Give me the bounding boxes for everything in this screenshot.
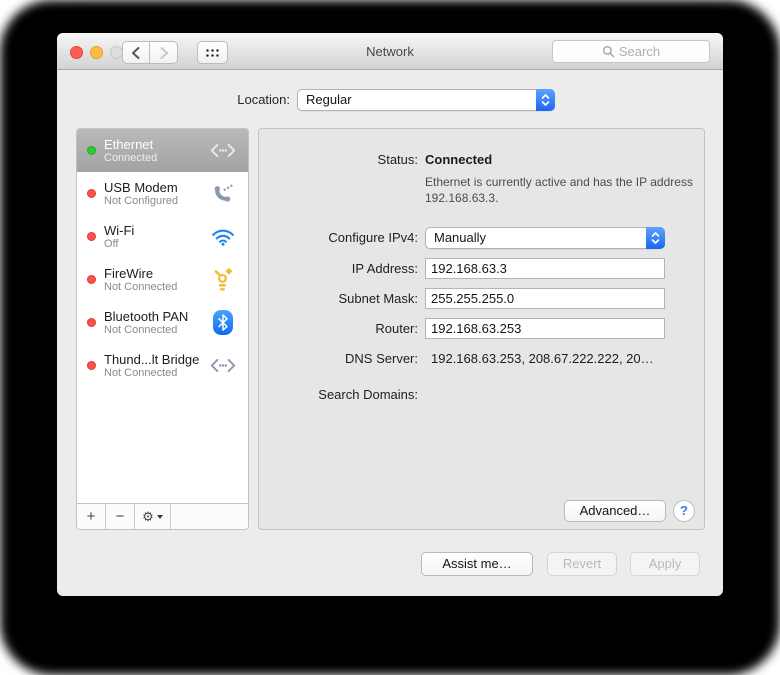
interface-name: FireWire	[104, 265, 154, 281]
interfaces-sidebar: Ethernet Connected USB Modem Not Configu…	[76, 128, 249, 530]
configure-ipv4-popup[interactable]: Manually	[425, 227, 665, 249]
screenshot-stage: Network Search Location: Regular Etherne…	[0, 0, 780, 675]
sidebar-item-wifi[interactable]: Wi-Fi Off	[77, 215, 248, 258]
status-dot-green	[87, 146, 96, 155]
interface-status: Not Connected	[104, 280, 178, 293]
interface-status: Not Connected	[104, 366, 178, 379]
search-domains-label: Search Domains:	[318, 387, 418, 402]
location-popup[interactable]: Regular	[297, 89, 555, 111]
chevron-right-icon	[160, 46, 168, 59]
back-button[interactable]	[122, 41, 150, 64]
router-field[interactable]	[425, 318, 665, 339]
dns-server-value: 192.168.63.253, 208.67.222.222, 20…	[431, 351, 654, 366]
configure-ipv4-value: Manually	[434, 230, 487, 245]
bridge-icon	[208, 352, 238, 380]
sidebar-item-ethernet[interactable]: Ethernet Connected	[77, 129, 248, 172]
interface-name: Thund...lt Bridge	[104, 351, 200, 367]
remove-interface-button[interactable]: −	[106, 504, 135, 529]
assist-me-button[interactable]: Assist me…	[421, 552, 533, 576]
modem-phone-icon	[208, 180, 238, 208]
status-dot-red	[87, 232, 96, 241]
sidebar-item-bluetooth-pan[interactable]: Bluetooth PAN Not Connected	[77, 301, 248, 344]
configure-ipv4-label: Configure IPv4:	[328, 230, 418, 245]
status-description: Ethernet is currently active and has the…	[425, 175, 693, 205]
interface-detail-panel: Status: Connected Ethernet is currently …	[258, 128, 705, 530]
interface-status: Off	[104, 237, 119, 250]
ip-address-label: IP Address:	[351, 261, 418, 276]
show-all-button[interactable]	[197, 41, 228, 64]
dns-server-label: DNS Server:	[345, 351, 418, 366]
interface-status: Not Connected	[104, 323, 178, 336]
network-preferences-window: Network Search Location: Regular Etherne…	[57, 33, 723, 596]
chevron-down-icon	[156, 514, 163, 519]
sidebar-item-firewire[interactable]: FireWire Not Connected	[77, 258, 248, 301]
add-interface-button[interactable]: +	[77, 504, 106, 529]
ethernet-icon	[208, 137, 238, 165]
sidebar-toolbar: + − ⚙	[77, 503, 248, 529]
sidebar-item-thunderbolt-bridge[interactable]: Thund...lt Bridge Not Connected	[77, 344, 248, 387]
status-label: Status:	[377, 152, 418, 167]
status-value: Connected	[425, 152, 493, 167]
status-dot-red	[87, 361, 96, 370]
revert-button: Revert	[547, 552, 617, 576]
action-menu-button[interactable]: ⚙	[135, 504, 171, 529]
interface-status: Connected	[104, 151, 158, 164]
ip-address-field[interactable]	[425, 258, 665, 279]
advanced-button[interactable]: Advanced…	[564, 500, 666, 522]
help-button[interactable]: ?	[673, 500, 695, 522]
gear-icon: ⚙	[142, 508, 154, 524]
interface-name: Wi-Fi	[104, 222, 135, 238]
popup-stepper-icon	[646, 227, 665, 249]
chevron-left-icon	[132, 46, 140, 59]
grid-icon	[204, 46, 221, 59]
forward-button	[150, 41, 178, 64]
search-input[interactable]: Search	[552, 40, 710, 63]
status-dot-red	[87, 318, 96, 327]
interface-name: Ethernet	[104, 136, 154, 152]
interface-status: Not Configured	[104, 194, 178, 207]
interface-name: USB Modem	[104, 179, 178, 195]
status-dot-red	[87, 275, 96, 284]
search-placeholder: Search	[618, 44, 661, 59]
location-value: Regular	[306, 92, 352, 107]
wifi-icon	[208, 223, 238, 251]
popup-stepper-icon	[536, 89, 555, 111]
subnet-mask-label: Subnet Mask:	[338, 291, 419, 306]
location-label: Location:	[237, 92, 290, 107]
status-dot-red	[87, 189, 96, 198]
router-label: Router:	[375, 321, 418, 336]
search-icon	[602, 45, 615, 58]
firewire-icon	[208, 266, 238, 294]
subnet-mask-field[interactable]	[425, 288, 665, 309]
nav-buttons	[122, 41, 178, 64]
apply-button: Apply	[630, 552, 700, 576]
title-bar[interactable]: Network Search	[57, 33, 723, 70]
bluetooth-icon	[208, 309, 238, 337]
interface-name: Bluetooth PAN	[104, 308, 189, 324]
sidebar-item-usb-modem[interactable]: USB Modem Not Configured	[77, 172, 248, 215]
